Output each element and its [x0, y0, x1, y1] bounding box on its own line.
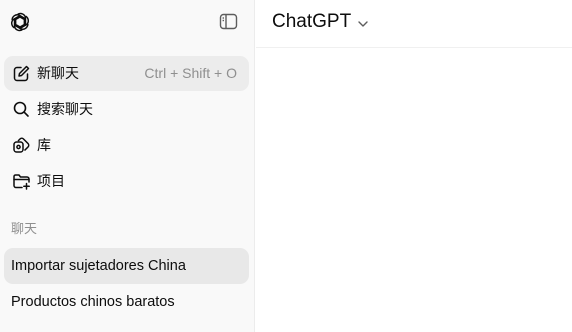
- main-panel: ChatGPT: [256, 0, 572, 332]
- folder-plus-icon: [12, 172, 31, 191]
- search-chats-button[interactable]: 搜索聊天: [4, 92, 249, 127]
- new-chat-shortcut: Ctrl + Shift + O: [144, 65, 237, 81]
- new-chat-button[interactable]: 新聊天 Ctrl + Shift + O: [4, 56, 249, 91]
- sidebar-toggle-icon[interactable]: [219, 13, 238, 30]
- search-icon: [12, 100, 31, 119]
- compose-icon: [12, 64, 31, 83]
- projects-label: 项目: [37, 173, 65, 189]
- chat-item-title: Productos chinos baratos: [11, 294, 175, 310]
- chevron-down-icon: [357, 18, 369, 30]
- search-chats-label: 搜索聊天: [37, 101, 93, 117]
- model-selector-button[interactable]: ChatGPT: [266, 6, 375, 38]
- chat-item-title: Importar sujetadores China: [11, 258, 186, 274]
- chat-item[interactable]: Importar sujetadores China: [4, 248, 249, 284]
- chat-item[interactable]: Productos chinos baratos: [4, 284, 249, 320]
- openai-logo-icon[interactable]: [9, 11, 31, 33]
- library-icon: [12, 136, 31, 155]
- sidebar: 新聊天 Ctrl + Shift + O 搜索聊天 库 项目 聊天 Import…: [0, 0, 255, 332]
- model-name: ChatGPT: [272, 11, 352, 32]
- library-label: 库: [37, 137, 51, 153]
- new-chat-label: 新聊天: [37, 65, 79, 81]
- projects-button[interactable]: 项目: [4, 164, 249, 199]
- chats-section-label: 聊天: [11, 221, 38, 236]
- sidebar-header: [0, 0, 255, 44]
- main-header: ChatGPT: [256, 0, 572, 48]
- library-button[interactable]: 库: [4, 128, 249, 163]
